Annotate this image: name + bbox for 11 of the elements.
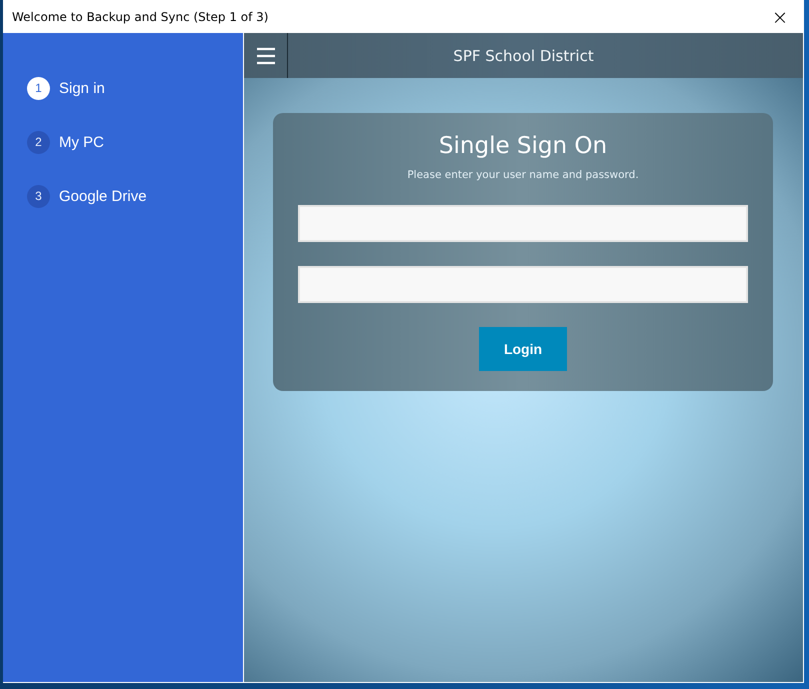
step-item[interactable]: 2 My PC	[27, 127, 243, 157]
window-title: Welcome to Backup and Sync (Step 1 of 3)	[12, 10, 268, 24]
password-field[interactable]	[298, 266, 748, 303]
login-button[interactable]: Login	[479, 327, 567, 371]
login-heading: Single Sign On	[438, 133, 608, 159]
step-item[interactable]: 1 Sign in	[27, 73, 243, 103]
menu-icon	[256, 46, 276, 64]
login-instructions: Please enter your user name and password.	[407, 169, 639, 181]
username-field[interactable]	[298, 205, 748, 242]
site-title: SPF School District	[453, 46, 594, 64]
step-item[interactable]: 3 Google Drive	[27, 181, 243, 211]
